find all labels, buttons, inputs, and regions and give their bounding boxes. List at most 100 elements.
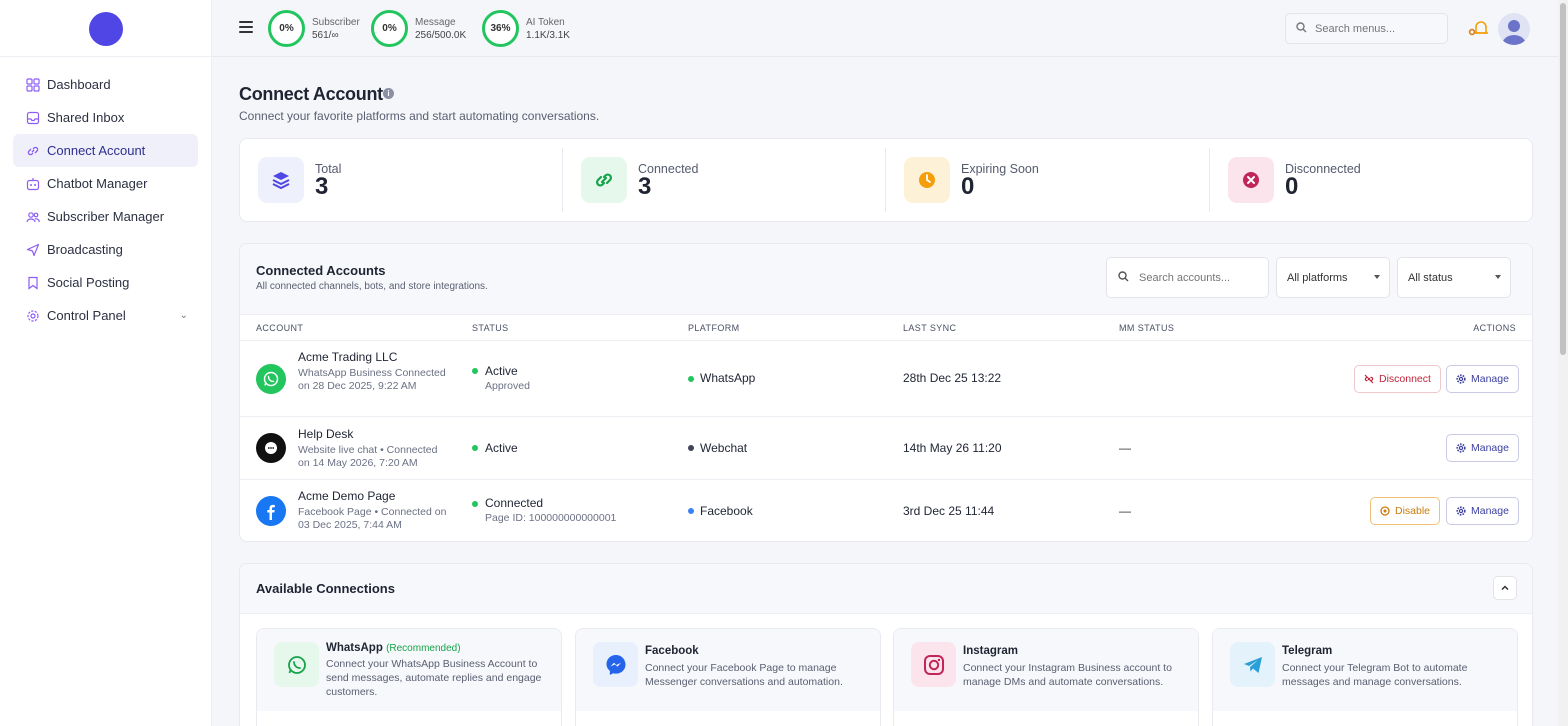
button-label: Disable	[1395, 505, 1431, 517]
stat-total: Total 3	[258, 147, 341, 213]
manage-button[interactable]: Manage	[1446, 365, 1519, 393]
usage-subscriber: 0% Subscriber 561/∞	[268, 10, 360, 47]
telegram-icon	[1230, 642, 1275, 687]
column-header[interactable]: MM STATUS	[1119, 323, 1174, 333]
disable-button[interactable]: Disable	[1370, 497, 1441, 525]
manage-button[interactable]: Manage	[1446, 434, 1519, 462]
select-value: All platforms	[1287, 271, 1348, 284]
sidebar-item-broadcasting[interactable]: Broadcasting	[13, 233, 198, 266]
sidebar-item-label: Subscriber Manager	[47, 209, 165, 224]
sidebar-item-shared-inbox[interactable]: Shared Inbox	[13, 101, 198, 134]
unlink-icon	[1364, 374, 1374, 384]
column-header[interactable]: LAST SYNC	[903, 323, 956, 333]
collapse-button[interactable]	[1493, 576, 1517, 600]
available-connections-card: Available Connections WhatsApp (Recommen…	[239, 563, 1533, 726]
manage-button[interactable]: Manage	[1446, 497, 1519, 525]
account-description: Website live chat • Connected on 14 May …	[298, 444, 438, 469]
recommended-tag: (Recommended)	[386, 643, 461, 654]
usage-ai-token: 36% AI Token 1.1K/3.1K	[482, 10, 570, 47]
table-row: Acme Demo Page Facebook Page • Connected…	[240, 480, 1532, 541]
sidebar-item-connect-account[interactable]: Connect Account	[13, 134, 198, 167]
sidebar-item-dashboard[interactable]: Dashboard	[13, 68, 198, 101]
usage-ring: 36%	[482, 10, 519, 47]
send-icon	[25, 242, 40, 257]
column-header[interactable]: ACCOUNT	[256, 323, 303, 333]
connection-description: Connect your Telegram Bot to automate me…	[1282, 662, 1468, 688]
card-top: Telegram Connect your Telegram Bot to au…	[1213, 629, 1517, 711]
divider	[0, 56, 211, 57]
connection-description: Connect your WhatsApp Business Account t…	[326, 658, 542, 698]
last-sync: 14th May 26 11:20	[903, 441, 1002, 455]
account-description: WhatsApp Business Connected on 28 Dec 20…	[298, 367, 446, 392]
stat-value: 3	[638, 173, 652, 200]
card-top: Facebook Connect your Facebook Page to m…	[576, 629, 880, 711]
notification-bell-icon[interactable]	[1468, 18, 1488, 38]
sidebar: Dashboard Shared Inbox Connect Account C…	[0, 0, 212, 726]
status-sub: Page ID: 100000000000001	[485, 512, 617, 524]
usage-value: 1.1K/3.1K	[526, 29, 570, 41]
app-logo[interactable]	[89, 12, 123, 46]
page-scrollbar[interactable]	[1558, 0, 1568, 726]
whatsapp-icon	[256, 364, 286, 394]
menu-toggle-icon[interactable]	[239, 21, 253, 33]
user-avatar[interactable]	[1498, 13, 1530, 45]
caret-down-icon	[1495, 275, 1501, 279]
status-filter-select[interactable]: All status	[1397, 257, 1511, 298]
account-search-input[interactable]	[1139, 271, 1259, 284]
sidebar-item-chatbot-manager[interactable]: Chatbot Manager	[13, 167, 198, 200]
connection-card-whatsapp[interactable]: WhatsApp (Recommended) Connect your What…	[256, 628, 562, 726]
platform-label: Facebook	[700, 504, 753, 518]
disable-icon	[1380, 506, 1390, 516]
scrollbar-thumb[interactable]	[1560, 3, 1566, 355]
connection-card-instagram[interactable]: Instagram Connect your Instagram Busines…	[893, 628, 1199, 726]
divider	[885, 148, 886, 212]
platform-dot	[688, 445, 694, 451]
card-header: Connected Accounts All connected channel…	[240, 244, 1532, 314]
stat-value: 0	[961, 173, 975, 200]
status-dot	[472, 501, 478, 507]
usage-ring: 0%	[268, 10, 305, 47]
sidebar-item-social-posting[interactable]: Social Posting	[13, 266, 198, 299]
account-name[interactable]: Acme Demo Page	[298, 489, 395, 503]
connection-name: Telegram	[1282, 645, 1333, 657]
sidebar-item-label: Control Panel	[47, 308, 126, 323]
menu-search-input[interactable]	[1315, 22, 1435, 35]
last-sync: 3rd Dec 25 11:44	[903, 504, 995, 518]
gear-icon	[25, 308, 40, 323]
link-icon	[581, 157, 627, 203]
sidebar-nav: Dashboard Shared Inbox Connect Account C…	[13, 68, 198, 332]
info-icon[interactable]: i	[383, 88, 394, 99]
column-header: ACTIONS	[1473, 323, 1516, 333]
account-name[interactable]: Help Desk	[298, 427, 353, 441]
usage-value: 256/500.0K	[415, 29, 467, 41]
platform-dot	[688, 508, 694, 514]
table-row: Acme Trading LLC WhatsApp Business Conne…	[240, 341, 1532, 417]
top-bar: 0% Subscriber 561/∞ 0% Message 256/500.0K …	[212, 0, 1558, 57]
column-header[interactable]: STATUS	[472, 323, 509, 333]
chevron-down-icon[interactable]: ⌄	[180, 310, 188, 321]
connection-card-facebook[interactable]: Facebook Connect your Facebook Page to m…	[575, 628, 881, 726]
link-icon	[25, 143, 40, 158]
sidebar-item-control-panel[interactable]: Control Panel ⌄	[13, 299, 198, 332]
sidebar-item-subscriber-manager[interactable]: Subscriber Manager	[13, 200, 198, 233]
card-subtitle: All connected channels, bots, and store …	[256, 281, 488, 292]
usage-label: Subscriber	[312, 16, 360, 28]
connection-name: WhatsApp (Recommended)	[326, 642, 461, 654]
status-label: Connected	[485, 496, 544, 510]
button-label: Manage	[1471, 442, 1509, 454]
sidebar-item-label: Broadcasting	[47, 242, 123, 257]
bot-icon	[25, 176, 40, 191]
instagram-icon	[911, 642, 956, 687]
column-header[interactable]: PLATFORM	[688, 323, 740, 333]
connection-name: Facebook	[645, 645, 699, 657]
bookmark-icon	[25, 275, 40, 290]
stats-card: Total 3 Connected 3 Expiring Soon 0 Disconn…	[239, 138, 1533, 222]
connection-name: Instagram	[963, 645, 1018, 657]
connection-name-text: WhatsApp	[326, 642, 383, 654]
account-name[interactable]: Acme Trading LLC	[298, 350, 397, 364]
divider	[1209, 148, 1210, 212]
connection-description: Connect your Facebook Page to manage Mes…	[645, 662, 843, 688]
connection-card-telegram[interactable]: Telegram Connect your Telegram Bot to au…	[1212, 628, 1518, 726]
platform-filter-select[interactable]: All platforms	[1276, 257, 1390, 298]
disconnect-button[interactable]: Disconnect	[1354, 365, 1441, 393]
